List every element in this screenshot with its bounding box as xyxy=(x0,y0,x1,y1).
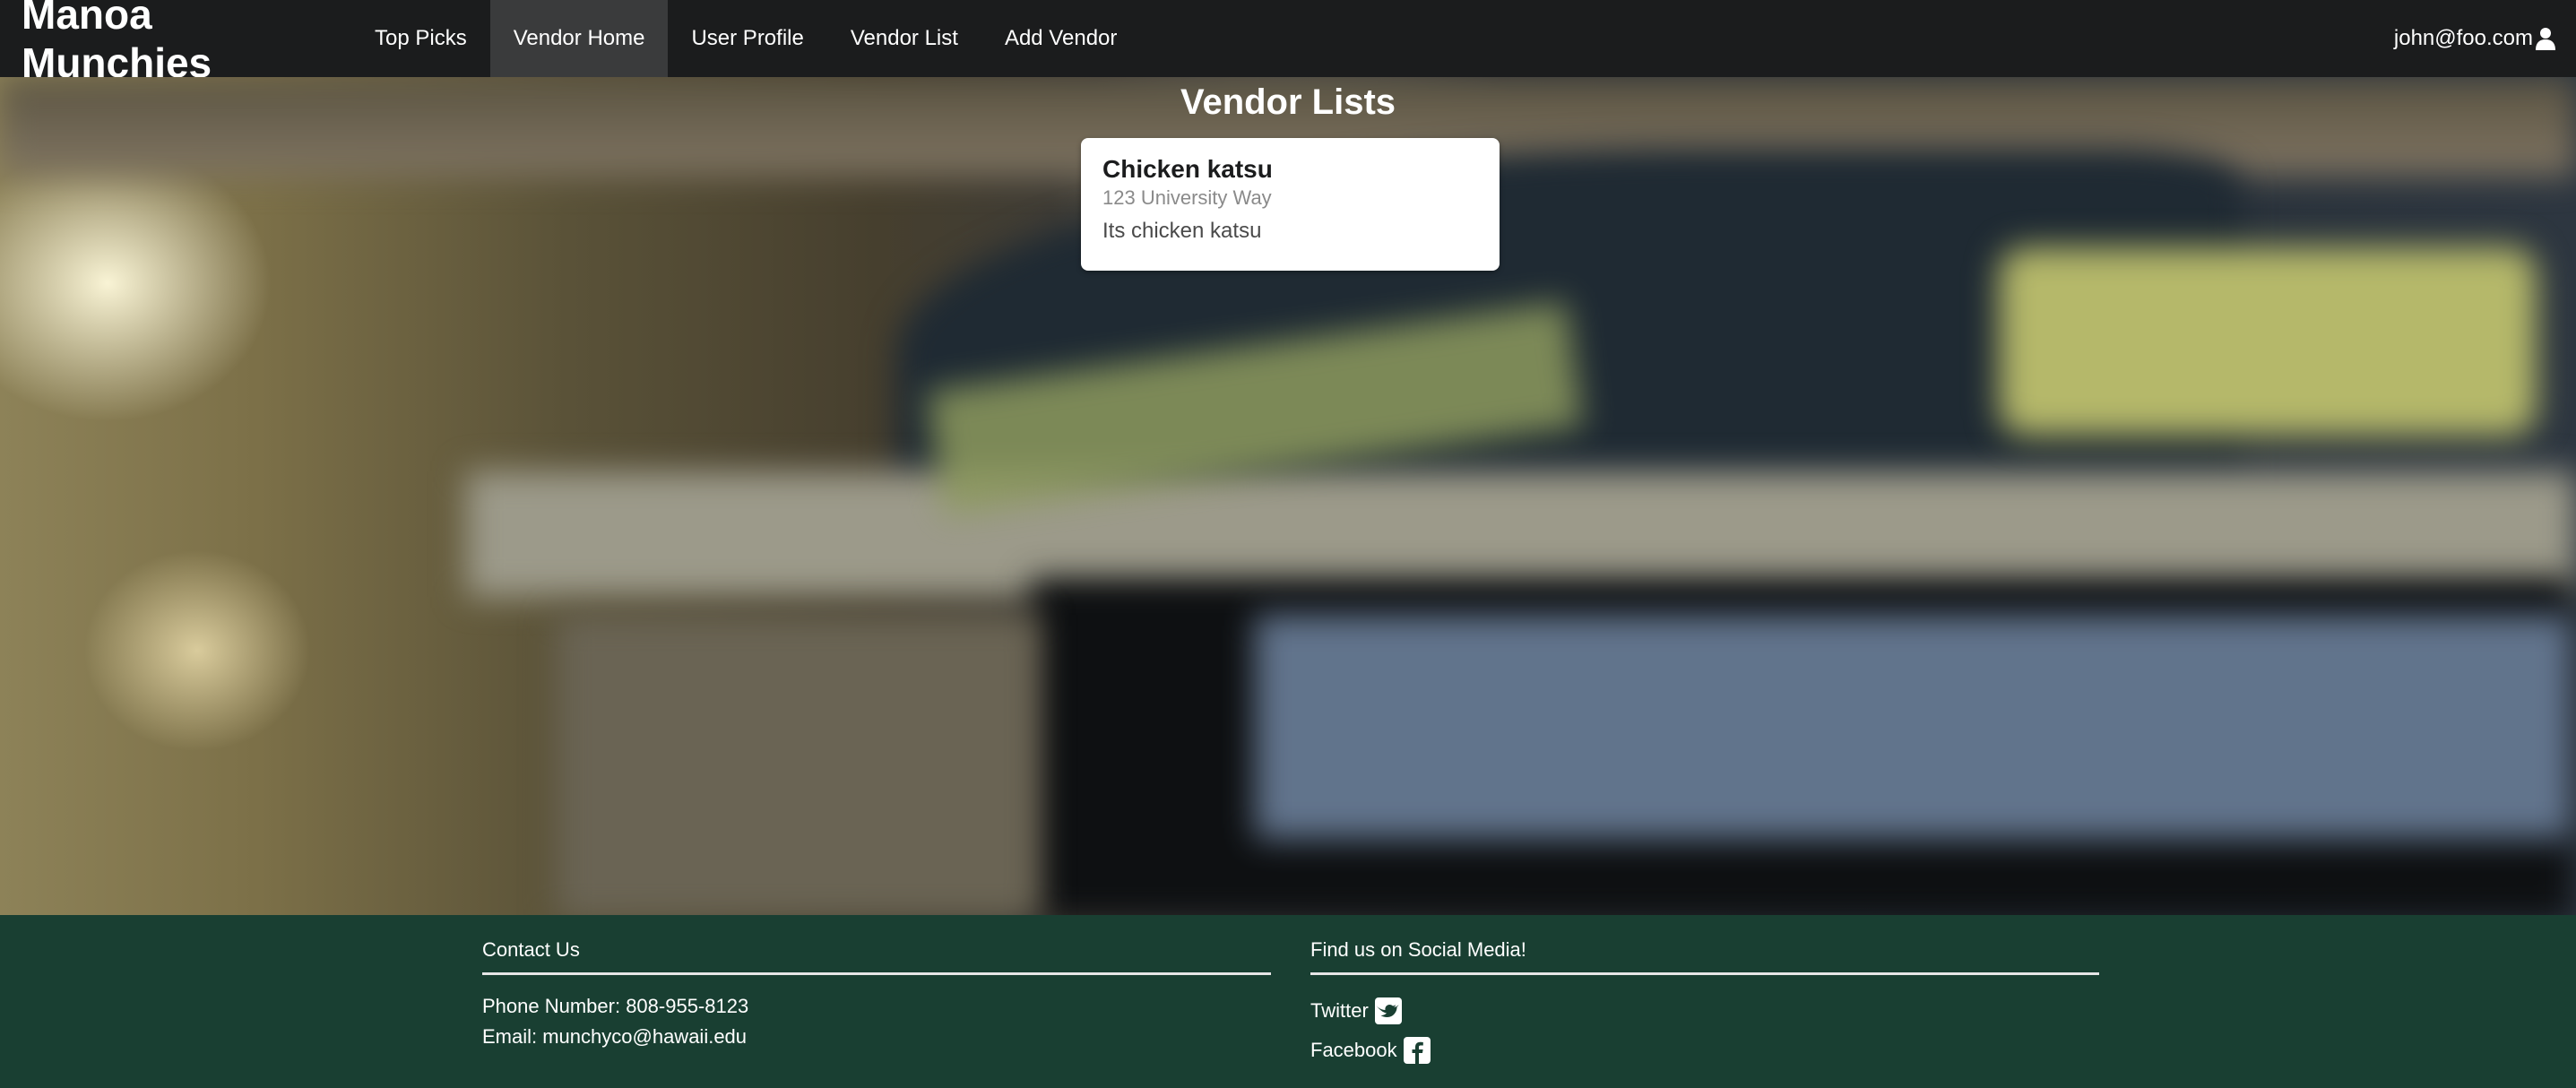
vendor-card[interactable]: Chicken katsu 123 University Way Its chi… xyxy=(1081,138,1500,271)
user-email: john@foo.com xyxy=(2393,26,2533,50)
nav-vendor-home[interactable]: Vendor Home xyxy=(489,0,669,77)
user-menu[interactable]: john@foo.com xyxy=(2394,0,2576,77)
facebook-icon xyxy=(1403,1036,1431,1065)
twitter-link[interactable]: Twitter xyxy=(1310,991,2099,1031)
nav-vendor-list[interactable]: Vendor List xyxy=(827,0,981,77)
footer-contact-heading: Contact Us xyxy=(482,937,1271,975)
top-navbar: Manoa Munchies Top Picks Vendor Home Use… xyxy=(0,0,2576,86)
vendor-card-title: Chicken katsu xyxy=(1102,155,1273,183)
facebook-label: Facebook xyxy=(1310,1039,1397,1061)
nav-user-profile[interactable]: User Profile xyxy=(668,0,826,77)
footer: Contact Us Phone Number: 808-955-8123 Em… xyxy=(0,915,2576,1088)
page-title: Vendor Lists xyxy=(1180,82,1396,122)
facebook-link[interactable]: Facebook xyxy=(1310,1031,2099,1070)
twitter-icon xyxy=(1374,997,1403,1025)
nav-add-vendor[interactable]: Add Vendor xyxy=(981,0,1140,77)
nav-top-picks[interactable]: Top Picks xyxy=(351,0,490,77)
brand-logo-text[interactable]: Manoa Munchies xyxy=(0,0,351,86)
footer-social-heading: Find us on Social Media! xyxy=(1310,937,2099,975)
footer-contact-section: Contact Us Phone Number: 808-955-8123 Em… xyxy=(482,937,1271,1052)
footer-social-section: Find us on Social Media! Twitter Faceboo… xyxy=(1310,937,2099,1070)
vendor-card-address: 123 University Way xyxy=(1102,186,1272,209)
vendor-card-description: Its chicken katsu xyxy=(1102,219,1262,243)
user-icon xyxy=(2535,27,2556,50)
footer-phone: Phone Number: 808-955-8123 xyxy=(482,995,749,1017)
footer-email: Email: munchyco@hawaii.edu xyxy=(482,1025,748,1048)
twitter-label: Twitter xyxy=(1310,999,1369,1022)
